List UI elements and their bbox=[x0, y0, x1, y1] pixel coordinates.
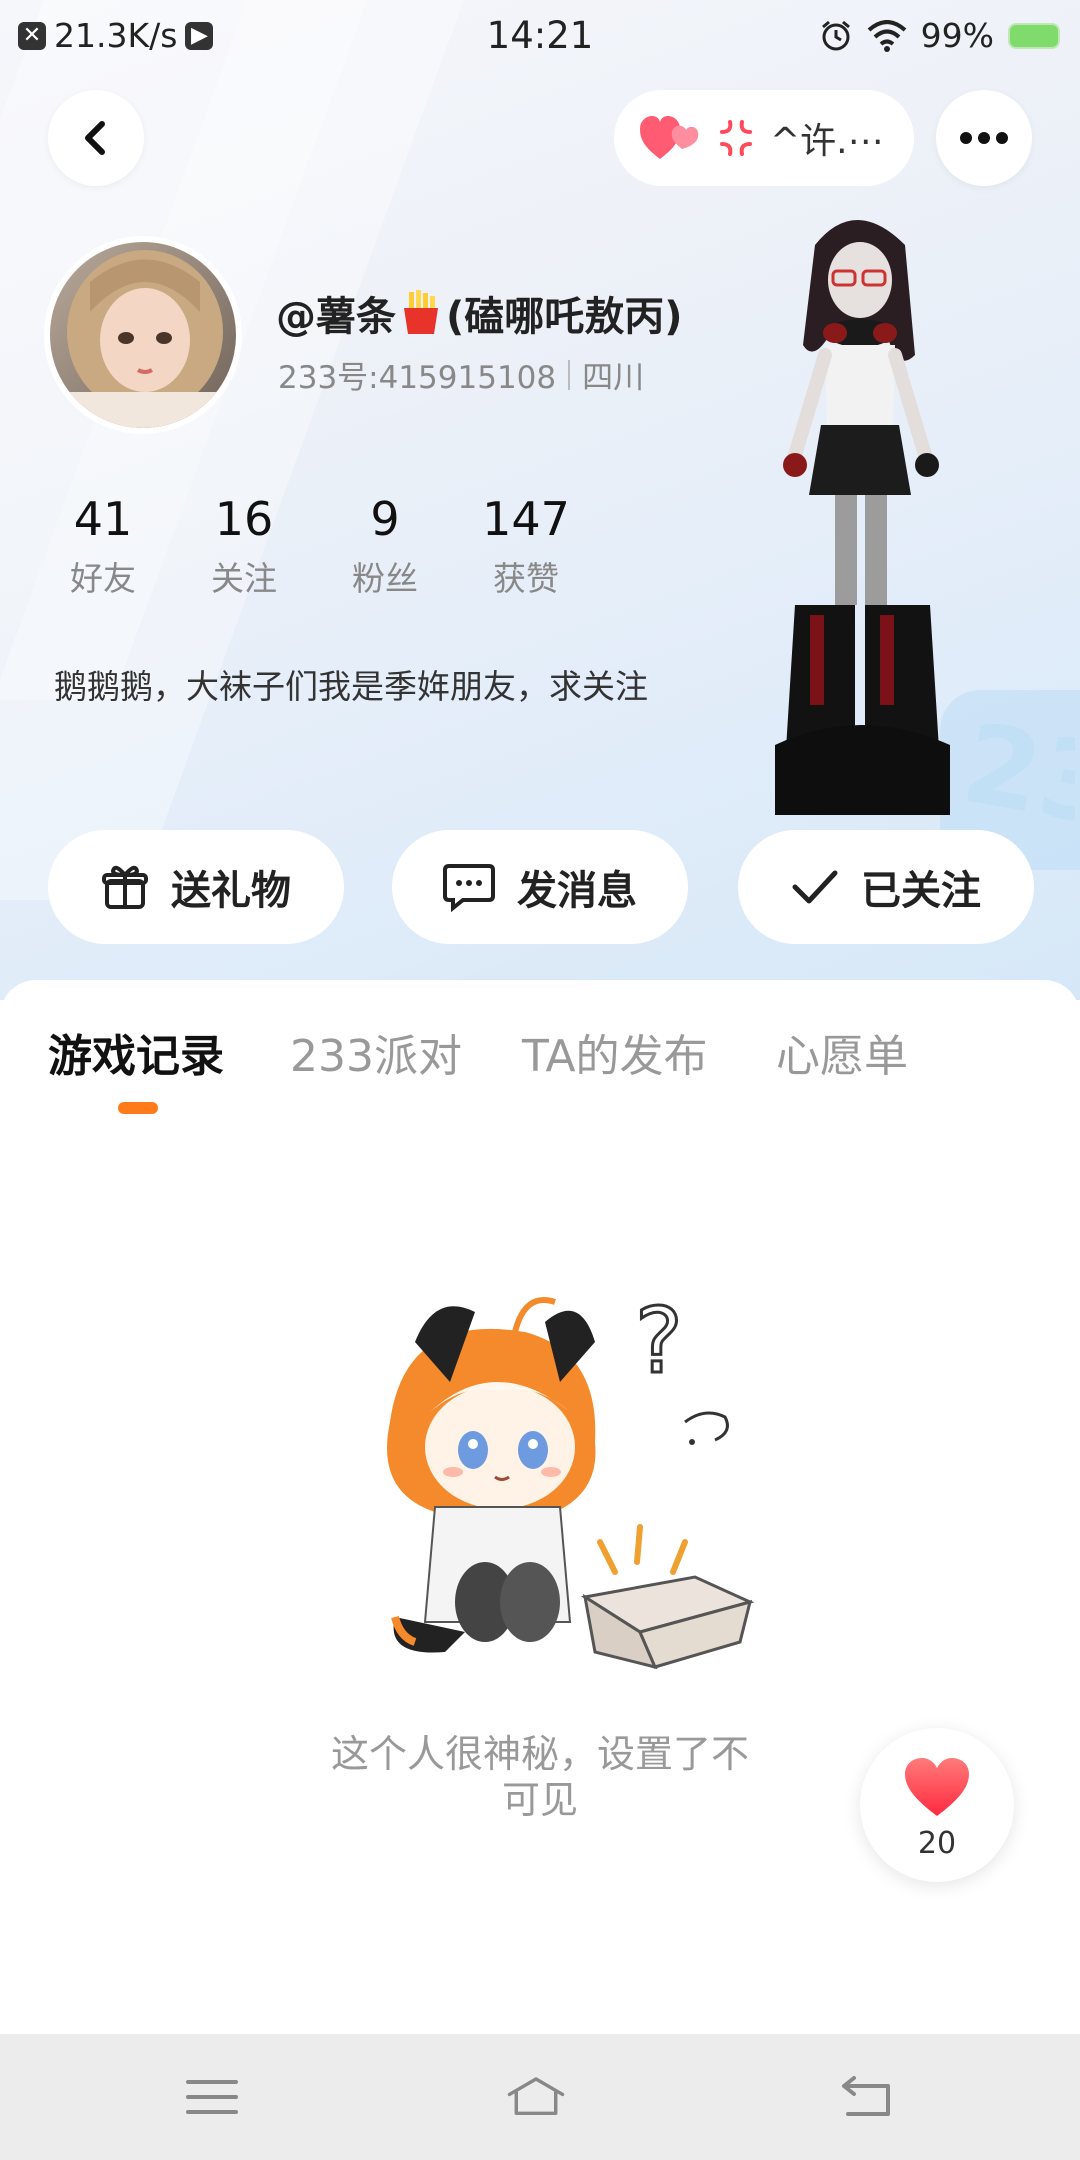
user-id[interactable]: 233号:415915108 bbox=[278, 352, 556, 397]
french-fries-icon bbox=[404, 290, 438, 334]
stat-label: 粉丝 bbox=[352, 559, 418, 598]
active-tab-indicator bbox=[118, 1102, 158, 1114]
bio-text: 鹅鹅鹅，大袜子们我是季姩朋友，求关注 bbox=[54, 667, 648, 706]
stat-likes[interactable]: 147 获赞 bbox=[471, 492, 581, 600]
more-dots-icon bbox=[960, 132, 1008, 144]
empty-state-illustration: ? bbox=[387, 1288, 755, 1670]
more-options-button[interactable] bbox=[936, 90, 1032, 186]
like-count: 20 bbox=[917, 1826, 957, 1861]
followed-label: 已关注 bbox=[861, 868, 981, 914]
gift-icon bbox=[102, 865, 148, 909]
nickname: @薯条 (磕哪吒敖丙) bbox=[276, 284, 683, 342]
home-icon[interactable] bbox=[506, 2072, 566, 2122]
battery-percent: 99% bbox=[920, 16, 994, 55]
wifi-icon bbox=[867, 19, 906, 52]
region: 四川 bbox=[582, 360, 645, 396]
avatar-3d-character[interactable]: 233 bbox=[755, 205, 1075, 825]
stat-value: 16 bbox=[214, 492, 274, 546]
mood-status-pill[interactable]: ^许.⋯ bbox=[614, 90, 914, 186]
svg-text:233: 233 bbox=[954, 699, 1075, 825]
stat-value: 9 bbox=[370, 492, 400, 546]
system-navigation-bar bbox=[0, 2034, 1080, 2160]
stat-value: 147 bbox=[482, 492, 570, 546]
stat-label: 获赞 bbox=[493, 559, 559, 598]
tab-wishlist[interactable]: 心愿单 bbox=[776, 1020, 908, 1084]
empty-state-line1: 这个人很神秘，设置了不 bbox=[330, 1732, 749, 1776]
mood-text: ^许.⋯ bbox=[770, 121, 884, 162]
empty-state-line2: 可见 bbox=[501, 1777, 578, 1822]
stat-following[interactable]: 16 关注 bbox=[189, 492, 299, 600]
anger-symbol-icon bbox=[720, 120, 752, 156]
stat-label: 关注 bbox=[211, 559, 277, 598]
menu-icon[interactable] bbox=[182, 2072, 242, 2122]
checkmark-icon bbox=[792, 870, 838, 904]
alarm-icon bbox=[821, 20, 850, 50]
tab-233-party[interactable]: 233派对 bbox=[290, 1020, 462, 1084]
status-bar: ✕ 21.3K/s ▶ 14:21 99% bbox=[0, 0, 1080, 74]
heart-icon bbox=[905, 1758, 969, 1816]
return-icon[interactable] bbox=[838, 2072, 898, 2122]
like-button[interactable]: 20 bbox=[860, 1728, 1014, 1882]
avatar[interactable] bbox=[44, 236, 242, 434]
chevron-left-icon bbox=[85, 121, 105, 155]
stat-value: 41 bbox=[73, 492, 133, 546]
stat-friends[interactable]: 41 好友 bbox=[48, 492, 158, 600]
send-message-label: 发消息 bbox=[517, 868, 637, 914]
tab-game-records[interactable]: 游戏记录 bbox=[48, 1020, 224, 1084]
stat-fans[interactable]: 9 粉丝 bbox=[330, 492, 440, 600]
tab-posts[interactable]: TA的发布 bbox=[522, 1020, 708, 1084]
nickname-prefix: @薯条 bbox=[276, 294, 396, 340]
stat-label: 好友 bbox=[70, 559, 136, 598]
send-gift-label: 送礼物 bbox=[171, 868, 291, 914]
send-message-button[interactable]: 发消息 bbox=[392, 830, 688, 944]
chat-bubble-icon bbox=[443, 864, 495, 912]
nickname-suffix: (磕哪吒敖丙) bbox=[446, 294, 683, 340]
back-button[interactable] bbox=[48, 90, 144, 186]
battery-icon bbox=[1008, 22, 1060, 49]
divider bbox=[568, 359, 571, 390]
send-gift-button[interactable]: 送礼物 bbox=[48, 830, 344, 944]
followed-button[interactable]: 已关注 bbox=[738, 830, 1034, 944]
uid-row: 233号:415915108 四川 bbox=[278, 352, 644, 397]
avatar-photo bbox=[50, 242, 236, 428]
empty-state-message: 这个人很神秘，设置了不 可见 bbox=[290, 1732, 790, 1823]
double-heart-icon bbox=[640, 116, 699, 159]
svg-text:?: ? bbox=[635, 1289, 683, 1394]
